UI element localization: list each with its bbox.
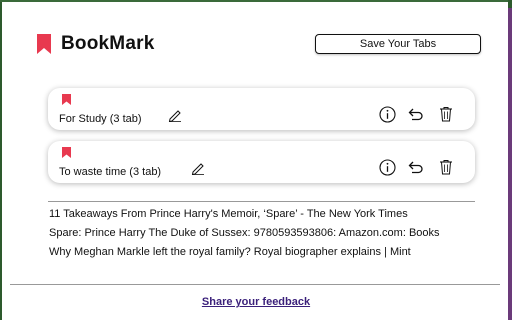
- group-card[interactable]: For Study (3 tab): [48, 88, 475, 130]
- trash-icon[interactable]: [439, 159, 453, 175]
- bookmark-flag-icon: [62, 94, 71, 105]
- divider: [48, 201, 475, 202]
- brand: BookMark: [36, 33, 154, 55]
- undo-icon[interactable]: [408, 107, 424, 122]
- tab-item[interactable]: 11 Takeaways From Prince Harry's Memoir,…: [49, 208, 469, 221]
- group-label: To waste time (3 tab): [59, 166, 162, 178]
- share-feedback-link[interactable]: Share your feedback: [0, 296, 512, 308]
- save-your-tabs-button[interactable]: Save Your Tabs: [315, 34, 481, 54]
- edit-pencil-icon[interactable]: [191, 161, 205, 175]
- window-frame-left: [0, 0, 2, 320]
- trash-icon[interactable]: [439, 106, 453, 122]
- window-frame-right-top: [508, 0, 512, 8]
- undo-icon[interactable]: [408, 160, 424, 175]
- group-card[interactable]: To waste time (3 tab): [48, 141, 475, 183]
- tab-item[interactable]: Why Meghan Markle left the royal family?…: [49, 246, 469, 259]
- bookmark-flag-icon: [62, 147, 71, 158]
- open-tabs-list: 11 Takeaways From Prince Harry's Memoir,…: [49, 208, 469, 265]
- info-icon[interactable]: [379, 106, 396, 123]
- footer-divider: [10, 284, 500, 285]
- edit-pencil-icon[interactable]: [168, 108, 182, 122]
- window-frame-right: [508, 0, 512, 320]
- window-frame-top: [0, 0, 512, 2]
- tab-item[interactable]: Spare: Prince Harry The Duke of Sussex: …: [49, 227, 469, 240]
- bookmark-logo-icon: [37, 34, 51, 54]
- app-title: BookMark: [61, 33, 155, 54]
- info-icon[interactable]: [379, 159, 396, 176]
- group-label: For Study (3 tab): [59, 113, 142, 125]
